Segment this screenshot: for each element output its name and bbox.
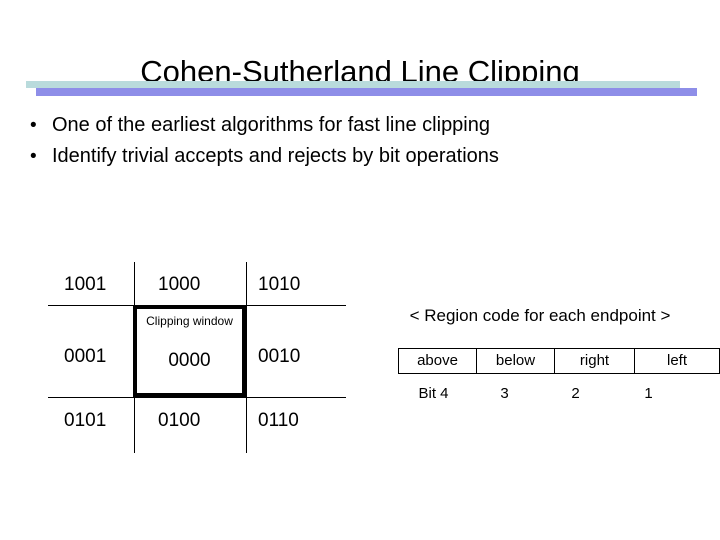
grid-vertical-line-right [246, 262, 247, 453]
bit-number-below: 3 [500, 385, 509, 402]
bullet-text: Identify trivial accepts and rejects by … [52, 145, 499, 167]
table-header-below: below [476, 348, 555, 374]
list-item: • One of the earliest algorithms for fas… [30, 110, 680, 141]
title-divider-bottom-bar [36, 88, 697, 96]
clipping-window-label: Clipping window [146, 314, 233, 328]
region-code-grid: 1001 1000 1010 0001 0010 0101 0100 0110 … [48, 262, 346, 453]
region-code-middle-left: 0001 [64, 346, 107, 367]
table-row: above below right left [398, 348, 720, 374]
table-header-above: above [398, 348, 477, 374]
region-code-top-center: 1000 [158, 274, 201, 295]
clipping-window-box: Clipping window 0000 [133, 305, 246, 397]
title-divider-top-bar [26, 81, 680, 88]
list-item: • Identify trivial accepts and rejects b… [30, 141, 680, 172]
region-code-caption: < Region code for each endpoint > [409, 306, 671, 325]
region-code-middle-right: 0010 [258, 346, 301, 367]
bit-position-table: above below right left [398, 348, 720, 374]
bullet-text: One of the earliest algorithms for fast … [52, 114, 490, 136]
bullet-marker-icon: • [30, 146, 37, 167]
grid-horizontal-line-bottom [48, 397, 346, 398]
region-code-bottom-right: 0110 [258, 410, 299, 431]
bullet-list: • One of the earliest algorithms for fas… [30, 110, 680, 172]
region-code-bottom-center: 0100 [158, 410, 201, 431]
bit-number-above: Bit 4 [418, 385, 449, 402]
slide: Cohen-Sutherland Line Clipping • One of … [0, 0, 720, 540]
region-code-bottom-left: 0101 [64, 410, 107, 431]
table-header-right: right [554, 348, 635, 374]
table-header-left: left [634, 348, 720, 374]
region-code-top-right: 1010 [258, 274, 301, 295]
region-code-top-left: 1001 [64, 274, 107, 295]
bit-number-row: Bit 4 3 2 1 [398, 384, 686, 404]
region-code-middle-center: 0000 [168, 350, 211, 371]
bullet-marker-icon: • [30, 115, 37, 136]
bit-number-right: 2 [571, 385, 580, 402]
bit-number-left: 1 [644, 385, 653, 402]
